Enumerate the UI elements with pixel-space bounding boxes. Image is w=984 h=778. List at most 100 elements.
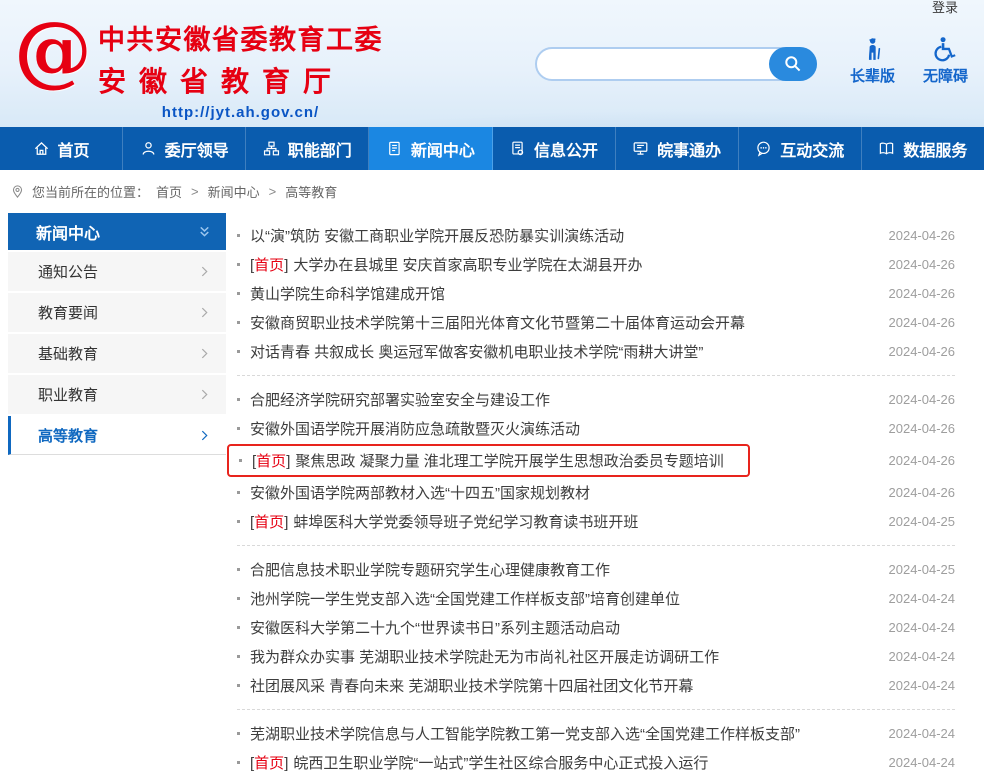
search-bar: [535, 47, 817, 81]
nav-label: 新闻中心: [411, 137, 475, 161]
news-link[interactable]: 蚌埠医科大学党委领导班子党纪学习教育读书班开班: [293, 511, 638, 532]
bullet-icon: [237, 491, 240, 494]
news-link[interactable]: 社团展风采 青春向未来 芜湖职业技术学院第十四届社团文化节开幕: [250, 675, 693, 696]
news-row[interactable]: 合肥信息技术职业学院专题研究学生心理健康教育工作 2024-04-25: [237, 555, 955, 584]
news-link[interactable]: 以“演”筑防 安徽工商职业学院开展反恐防暴实训演练活动: [250, 225, 624, 246]
nav-item-info-disclosure[interactable]: 信息公开: [493, 127, 616, 170]
breadcrumb-higher-education[interactable]: 高等教育: [285, 182, 337, 201]
news-date: 2024-04-24: [889, 755, 956, 770]
news-date: 2024-04-24: [889, 678, 956, 693]
news-date: 2024-04-26: [889, 392, 956, 407]
dashed-divider: [237, 375, 955, 376]
news-link[interactable]: 安徽医科大学第二十九个“世界读书日”系列主题活动启动: [250, 617, 620, 638]
news-row[interactable]: [首页]皖西卫生职业学院“一站式”学生社区综合服务中心正式投入运行 2024-0…: [237, 748, 955, 777]
news-row[interactable]: 安徽外国语学院两部教材入选“十四五”国家规划教材 2024-04-26: [237, 478, 955, 507]
sidebar-title: 新闻中心: [36, 220, 100, 244]
nav-label: 皖事通办: [657, 137, 721, 161]
chevron-right-icon: [201, 266, 208, 277]
breadcrumb-separator: >: [269, 184, 277, 199]
monitor-icon: [632, 140, 649, 157]
news-link[interactable]: 黄山学院生命科学馆建成开馆: [250, 283, 445, 304]
document-icon: [509, 140, 526, 157]
news-link[interactable]: 合肥经济学院研究部署实验室安全与建设工作: [250, 389, 550, 410]
location-pin-icon: [10, 184, 25, 199]
news-row[interactable]: 安徽外国语学院开展消防应急疏散暨灭火演练活动 2024-04-26: [237, 414, 955, 443]
sidebar-item-education-news[interactable]: 教育要闻: [8, 293, 226, 332]
bullet-icon: [237, 655, 240, 658]
sidebar-item-notices[interactable]: 通知公告: [8, 252, 226, 291]
bullet-icon: [237, 292, 240, 295]
chat-icon: [755, 140, 772, 157]
site-logo[interactable]: @ 中共安徽省委教育工委 安徽省教育厅 http://jyt.ah.gov.cn…: [14, 14, 383, 121]
bullet-icon: [237, 761, 240, 764]
news-row[interactable]: 我为群众办实事 芜湖职业技术学院赴无为市尚礼社区开展走访调研工作 2024-04…: [237, 642, 955, 671]
dashed-divider: [237, 709, 955, 710]
breadcrumb-news-center[interactable]: 新闻中心: [208, 182, 260, 201]
news-date: 2024-04-26: [889, 286, 956, 301]
news-row[interactable]: 以“演”筑防 安徽工商职业学院开展反恐防暴实训演练活动 2024-04-26: [237, 221, 955, 250]
breadcrumb-separator: >: [191, 184, 199, 199]
news-link[interactable]: 安徽外国语学院开展消防应急疏散暨灭火演练活动: [250, 418, 580, 439]
bullet-icon: [237, 684, 240, 687]
front-page-tag: [首页]: [252, 450, 290, 471]
breadcrumb: 您当前所在的位置： 首页 > 新闻中心 > 高等教育: [0, 170, 984, 213]
bullet-icon: [237, 732, 240, 735]
nav-item-departments[interactable]: 职能部门: [246, 127, 369, 170]
elder-person-icon: [859, 36, 885, 62]
news-row[interactable]: [首页]蚌埠医科大学党委领导班子党纪学习教育读书班开班 2024-04-25: [237, 507, 955, 536]
news-row[interactable]: 黄山学院生命科学馆建成开馆 2024-04-26: [237, 279, 955, 308]
news-row[interactable]: 池州学院一学生党支部入选“全国党建工作样板支部”培育创建单位 2024-04-2…: [237, 584, 955, 613]
news-row[interactable]: [首页]大学办在县城里 安庆首家高职专业学院在太湖县开办 2024-04-26: [237, 250, 955, 279]
news-link[interactable]: 合肥信息技术职业学院专题研究学生心理健康教育工作: [250, 559, 610, 580]
accessibility-link[interactable]: 无障碍: [923, 36, 968, 86]
news-row[interactable]: 合肥经济学院研究部署实验室安全与建设工作 2024-04-26: [237, 385, 955, 414]
news-group: 以“演”筑防 安徽工商职业学院开展反恐防暴实训演练活动 2024-04-26 […: [237, 220, 955, 367]
news-group: 合肥信息技术职业学院专题研究学生心理健康教育工作 2024-04-25 池州学院…: [237, 554, 955, 701]
news-row[interactable]: 社团展风采 青春向未来 芜湖职业技术学院第十四届社团文化节开幕 2024-04-…: [237, 671, 955, 700]
nav-item-home[interactable]: 首页: [0, 127, 123, 170]
sidebar-item-basic-education[interactable]: 基础教育: [8, 334, 226, 373]
news-link[interactable]: 安徽外国语学院两部教材入选“十四五”国家规划教材: [250, 482, 590, 503]
news-link[interactable]: 安徽商贸职业技术学院第十三届阳光体育文化节暨第二十届体育运动会开幕: [250, 312, 745, 333]
bullet-icon: [237, 520, 240, 523]
nav-item-news-center[interactable]: 新闻中心: [369, 127, 492, 170]
sidebar-item-higher-education[interactable]: 高等教育: [8, 416, 226, 455]
bullet-icon: [237, 398, 240, 401]
news-link[interactable]: 大学办在县城里 安庆首家高职专业学院在太湖县开办: [293, 254, 642, 275]
news-row-highlighted[interactable]: [首页]聚焦思政 凝聚力量 淮北理工学院开展学生思想政治委员专题培训 2024-…: [237, 443, 955, 478]
news-row[interactable]: 对话青春 共叙成长 奥运冠军做客安徽机电职业技术学院“雨耕大讲堂” 2024-0…: [237, 337, 955, 366]
search-input[interactable]: [551, 49, 765, 79]
news-date: 2024-04-24: [889, 620, 956, 635]
breadcrumb-home[interactable]: 首页: [156, 182, 182, 201]
news-row[interactable]: 芜湖职业技术学院信息与人工智能学院教工第一党支部入选“全国党建工作样板支部” 2…: [237, 719, 955, 748]
sidebar-item-vocational-education[interactable]: 职业教育: [8, 375, 226, 414]
nav-item-data-services[interactable]: 数据服务: [862, 127, 984, 170]
news-date: 2024-04-26: [889, 315, 956, 330]
site-header: 登录 @ 中共安徽省委教育工委 安徽省教育厅 http://jyt.ah.gov…: [0, 0, 984, 127]
nav-item-leaders[interactable]: 委厅领导: [123, 127, 246, 170]
search-button[interactable]: [769, 47, 817, 81]
emblem-icon: @: [14, 14, 92, 88]
nav-label: 数据服务: [903, 137, 967, 161]
sidebar-header[interactable]: 新闻中心: [8, 213, 226, 250]
login-link[interactable]: 登录: [932, 0, 958, 16]
nav-item-interaction[interactable]: 互动交流: [739, 127, 862, 170]
wheelchair-icon: [932, 36, 958, 62]
nav-label: 互动交流: [780, 137, 844, 161]
news-link[interactable]: 池州学院一学生党支部入选“全国党建工作样板支部”培育创建单位: [250, 588, 680, 609]
sidebar: 新闻中心 通知公告 教育要闻 基础教育 职业教育 高等教育: [8, 213, 226, 455]
nav-label: 委厅领导: [165, 137, 229, 161]
site-url: http://jyt.ah.gov.cn/: [98, 104, 383, 121]
news-link[interactable]: 聚焦思政 凝聚力量 淮北理工学院开展学生思想政治委员专题培训: [295, 450, 723, 471]
news-row[interactable]: 安徽商贸职业技术学院第十三届阳光体育文化节暨第二十届体育运动会开幕 2024-0…: [237, 308, 955, 337]
news-row[interactable]: 安徽医科大学第二十九个“世界读书日”系列主题活动启动 2024-04-24: [237, 613, 955, 642]
news-link[interactable]: 皖西卫生职业学院“一站式”学生社区综合服务中心正式投入运行: [293, 752, 708, 773]
news-link[interactable]: 芜湖职业技术学院信息与人工智能学院教工第一党支部入选“全国党建工作样板支部”: [250, 723, 800, 744]
person-icon: [140, 140, 157, 157]
news-link[interactable]: 对话青春 共叙成长 奥运冠军做客安徽机电职业技术学院“雨耕大讲堂”: [250, 341, 703, 362]
elder-version-link[interactable]: 长辈版: [850, 36, 895, 86]
nav-item-wanshi-tongban[interactable]: 皖事通办: [616, 127, 739, 170]
search-icon: [783, 54, 803, 74]
news-link[interactable]: 我为群众办实事 芜湖职业技术学院赴无为市尚礼社区开展走访调研工作: [250, 646, 719, 667]
chevron-double-down-icon: [197, 224, 212, 239]
